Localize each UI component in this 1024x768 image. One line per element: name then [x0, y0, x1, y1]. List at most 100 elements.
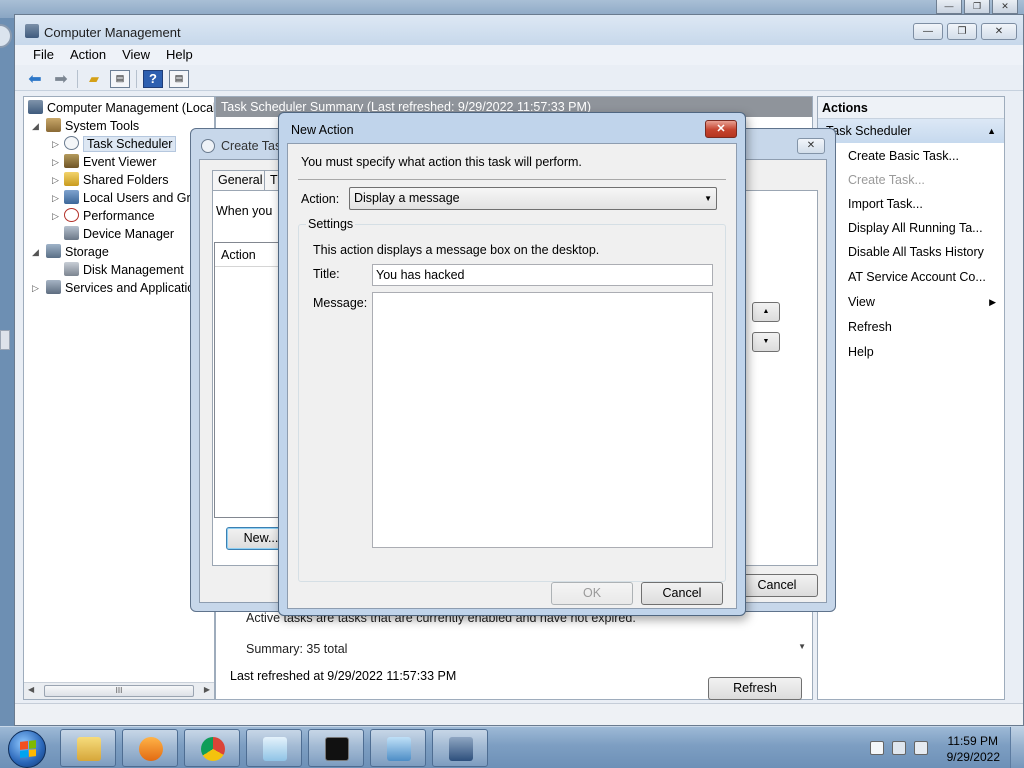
- clock-date[interactable]: 9/29/2022: [947, 750, 1000, 764]
- close-button[interactable]: ✕: [981, 23, 1017, 40]
- clock-time[interactable]: 11:59 PM: [948, 734, 998, 748]
- cancel-button[interactable]: Cancel: [641, 582, 723, 605]
- taskbar-control-panel[interactable]: [370, 729, 426, 767]
- title-input[interactable]: [372, 264, 713, 286]
- tree-label: Shared Folders: [83, 173, 169, 187]
- collapse-up-icon[interactable]: ▲: [987, 119, 996, 143]
- users-icon: [64, 190, 79, 204]
- forward-arrow-icon[interactable]: ➡: [51, 70, 71, 88]
- shared-folder-icon: [64, 172, 79, 186]
- collapse-arrow-icon[interactable]: ◢: [32, 247, 39, 258]
- device-manager-icon: [64, 226, 79, 240]
- menu-view[interactable]: View: [120, 45, 158, 65]
- taskbar-chrome[interactable]: [184, 729, 240, 767]
- toolbar: ⬅ ➡ ▰ ▤ ? ▤: [15, 67, 1023, 91]
- taskbar-command-prompt[interactable]: [308, 729, 364, 767]
- tree-item-storage[interactable]: Storage: [46, 243, 109, 261]
- show-hide-action-pane-icon[interactable]: ▤: [169, 69, 189, 88]
- action-center-flag-icon[interactable]: [870, 741, 884, 755]
- expand-arrow-icon[interactable]: ▷: [52, 193, 59, 204]
- action-description: This action displays a message box on th…: [313, 243, 600, 257]
- status-bar: [15, 703, 1023, 725]
- taskbar-notepad[interactable]: [246, 729, 302, 767]
- taskbar-computer-management[interactable]: [432, 729, 488, 767]
- action-refresh[interactable]: Refresh: [848, 320, 892, 334]
- tree-item-computer-management[interactable]: Computer Management (Local: [28, 99, 214, 117]
- expand-arrow-icon[interactable]: ▷: [52, 139, 59, 150]
- tree-item-local-users[interactable]: Local Users and Gro: [64, 189, 198, 207]
- menu-action[interactable]: Action: [68, 45, 114, 65]
- expand-arrow-icon[interactable]: ▷: [52, 175, 59, 186]
- tree-horizontal-scrollbar[interactable]: ◀ III ▶: [24, 682, 214, 699]
- bg-minimize-icon[interactable]: —: [936, 0, 962, 14]
- menu-file[interactable]: File: [31, 45, 62, 65]
- tree-label: Services and Application: [65, 281, 202, 295]
- cancel-button[interactable]: Cancel: [736, 574, 818, 597]
- taskbar-media-player[interactable]: [122, 729, 178, 767]
- maximize-button[interactable]: ❐: [947, 23, 977, 40]
- scroll-left-icon[interactable]: ◀: [28, 685, 34, 694]
- action-display-running-tasks[interactable]: Display All Running Ta...: [848, 221, 983, 235]
- bg-close-icon[interactable]: ✕: [992, 0, 1018, 14]
- background-window-controls: — ❐ ✕: [936, 0, 1018, 14]
- move-down-button[interactable]: ▼: [752, 332, 780, 352]
- window-titlebar[interactable]: Computer Management — ❐ ✕: [15, 15, 1023, 45]
- submenu-arrow-icon: ▶: [989, 297, 996, 307]
- minimize-button[interactable]: —: [913, 23, 943, 40]
- disk-icon: [64, 262, 79, 276]
- scroll-down-icon[interactable]: ▼: [798, 642, 806, 651]
- action-at-service-account[interactable]: AT Service Account Co...: [848, 270, 986, 284]
- volume-icon[interactable]: [914, 741, 928, 755]
- instruction-text: You must specify what action this task w…: [301, 155, 582, 169]
- refresh-button[interactable]: Refresh: [708, 677, 802, 700]
- action-disable-tasks-history[interactable]: Disable All Tasks History: [848, 245, 984, 259]
- message-label: Message:: [313, 296, 368, 310]
- scroll-right-icon[interactable]: ▶: [204, 685, 210, 694]
- ok-button[interactable]: OK: [551, 582, 633, 605]
- tree-item-task-scheduler[interactable]: Task Scheduler: [64, 135, 177, 153]
- action-help[interactable]: Help: [848, 345, 874, 359]
- action-dropdown[interactable]: Display a message ▼: [349, 187, 717, 210]
- message-input[interactable]: [372, 292, 713, 548]
- taskbar-explorer[interactable]: [60, 729, 116, 767]
- settings-group-label: Settings: [306, 217, 356, 231]
- expand-arrow-icon[interactable]: ▷: [52, 157, 59, 168]
- folder-icon: [77, 737, 101, 761]
- clock-icon: [64, 136, 79, 150]
- back-arrow-icon[interactable]: ⬅: [25, 70, 45, 88]
- bg-restore-icon[interactable]: ❐: [964, 0, 990, 14]
- move-up-button[interactable]: ▲: [752, 302, 780, 322]
- show-hide-tree-icon[interactable]: ▤: [110, 69, 130, 88]
- help-icon[interactable]: ?: [143, 69, 163, 88]
- show-desktop-button[interactable]: [1010, 727, 1024, 768]
- actions-section-task-scheduler[interactable]: Task Scheduler ▲: [818, 119, 1004, 143]
- network-icon[interactable]: [892, 741, 906, 755]
- start-button[interactable]: [8, 730, 46, 768]
- tree-item-shared-folders[interactable]: Shared Folders: [64, 171, 168, 189]
- tree-item-performance[interactable]: Performance: [64, 207, 155, 225]
- tree-item-event-viewer[interactable]: Event Viewer: [64, 153, 156, 171]
- expand-arrow-icon[interactable]: ▷: [32, 283, 39, 294]
- collapse-arrow-icon[interactable]: ◢: [32, 121, 39, 132]
- tab-general[interactable]: General: [212, 170, 269, 190]
- close-button[interactable]: ✕: [797, 138, 825, 154]
- event-viewer-icon: [64, 154, 79, 168]
- title-label: Title:: [313, 267, 340, 281]
- action-import-task[interactable]: Import Task...: [848, 197, 923, 211]
- action-view[interactable]: View: [848, 295, 875, 309]
- tree-item-disk-management[interactable]: Disk Management: [64, 261, 184, 279]
- last-refreshed-text: Last refreshed at 9/29/2022 11:57:33 PM: [230, 669, 457, 683]
- tree-item-device-manager[interactable]: Device Manager: [64, 225, 174, 243]
- tree-label: Storage: [65, 245, 109, 259]
- action-create-basic-task[interactable]: Create Basic Task...: [848, 149, 959, 163]
- control-panel-icon: [387, 737, 411, 761]
- tree-item-services-applications[interactable]: Services and Application: [46, 279, 201, 297]
- up-folder-icon[interactable]: ▰: [84, 70, 104, 88]
- tree-item-system-tools[interactable]: System Tools: [46, 117, 139, 135]
- scrollbar-thumb[interactable]: III: [44, 685, 194, 697]
- chevron-down-icon: ▼: [704, 194, 712, 203]
- close-button[interactable]: ✕: [705, 120, 737, 138]
- expand-arrow-icon[interactable]: ▷: [52, 211, 59, 222]
- menu-help[interactable]: Help: [164, 45, 201, 65]
- tree-label: Disk Management: [83, 263, 184, 277]
